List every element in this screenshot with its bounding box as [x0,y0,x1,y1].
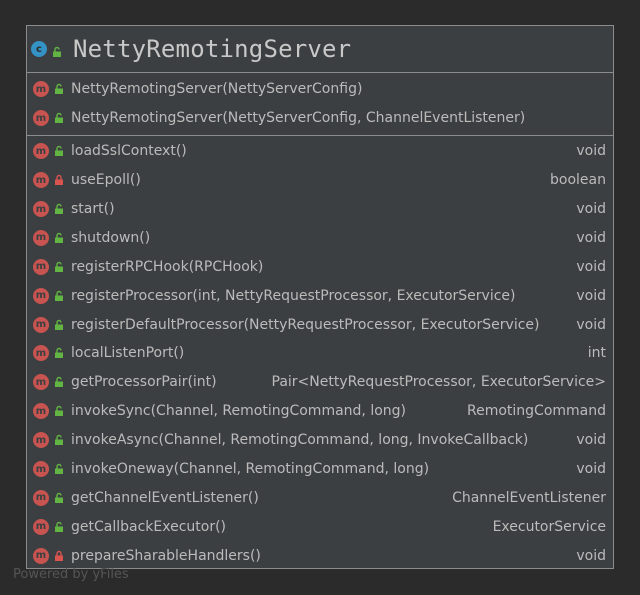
method-row[interactable]: m registerRPCHook(RPCHook) void [27,252,613,281]
class-name: NettyRemotingServer [73,35,352,63]
method-icon: m [33,143,49,160]
method-row[interactable]: m start() void [27,195,613,224]
method-return-type: ExecutorService [492,518,606,535]
method-signature: invokeSync(Channel, RemotingCommand, lon… [71,403,407,420]
constructor-row[interactable]: m NettyRemotingServer(NettyServerConfig) [27,75,613,104]
method-signature: loadSslContext() [71,143,187,160]
method-signature: getCallbackExecutor() [71,518,227,535]
method-return-type: void [576,287,606,304]
constructor-signature: NettyRemotingServer(NettyServerConfig) [71,81,363,98]
method-return-type: void [576,461,606,478]
method-signature: localListenPort() [71,345,185,362]
method-icon: m [33,489,49,506]
method-row[interactable]: m registerProcessor(int, NettyRequestProc… [27,281,613,310]
method-return-type: RemotingCommand [466,403,606,420]
class-header: c NettyRemotingServer [27,26,613,73]
method-row[interactable]: m invokeAsync(Channel, RemotingCommand, l… [27,426,613,455]
method-icon: m [33,287,49,304]
public-lock-icon [53,145,65,157]
constructor-signature: NettyRemotingServer(NettyServerConfig, C… [71,110,526,127]
public-lock-icon [51,43,63,57]
method-icon: m [33,518,49,535]
public-lock-icon [53,521,65,533]
method-signature: registerProcessor(int, NettyRequestProce… [71,287,516,304]
method-return-type: void [576,258,606,275]
public-lock-icon [53,232,65,244]
method-icon: m [33,461,49,478]
public-lock-icon [53,290,65,302]
method-icon: m [33,172,49,189]
public-lock-icon [53,347,65,359]
method-icon: m [33,432,49,449]
method-icon: m [33,258,49,275]
constructors-section: m NettyRemotingServer(NettyServerConfig) m… [27,73,613,136]
private-lock-icon [53,174,65,186]
method-return-type: void [576,229,606,246]
method-row[interactable]: m shutdown() void [27,223,613,252]
method-return-type: void [576,201,606,217]
method-icon: m [33,547,49,564]
public-lock-icon [53,112,65,124]
method-signature: invokeOneway(Channel, RemotingCommand, l… [71,461,430,478]
method-icon: m [33,345,49,362]
method-icon: m [33,374,49,391]
method-signature: invokeAsync(Channel, RemotingCommand, lo… [71,432,529,449]
powered-by-label: Powered by yFiles [13,567,129,582]
methods-section: m loadSslContext() void m useEpoll() boolean m… [27,136,613,570]
method-return-type: ChannelEventListener [452,489,606,506]
public-lock-icon [53,83,65,95]
method-signature: shutdown() [71,229,151,246]
public-lock-icon [53,319,65,331]
method-signature: getChannelEventListener() [71,489,259,506]
public-lock-icon [53,203,65,215]
method-icon: m [33,201,49,217]
method-signature: start() [71,201,115,217]
method-return-type: int [587,345,606,362]
method-signature: useEpoll() [71,172,141,189]
method-return-type: void [576,143,606,160]
method-row[interactable]: m invokeOneway(Channel, RemotingCommand, … [27,455,613,484]
method-row[interactable]: m prepareSharableHandlers() void [27,541,613,570]
method-signature: registerDefaultProcessor(NettyRequestPro… [71,316,540,333]
uml-class-node[interactable]: c NettyRemotingServer m NettyRemotingServ… [26,25,614,569]
public-lock-icon [53,434,65,446]
public-lock-icon [53,261,65,273]
method-icon: m [33,229,49,246]
method-icon: m [33,316,49,333]
method-signature: prepareSharableHandlers() [71,547,261,564]
method-return-type: void [576,316,606,333]
method-row[interactable]: m useEpoll() boolean [27,166,613,195]
method-signature: registerRPCHook(RPCHook) [71,258,264,275]
method-row[interactable]: m invokeSync(Channel, RemotingCommand, lo… [27,397,613,426]
method-row[interactable]: m localListenPort() int [27,339,613,368]
public-lock-icon [53,492,65,504]
method-icon: m [33,81,49,98]
method-return-type: void [576,547,606,564]
public-lock-icon [53,463,65,475]
method-row[interactable]: m getProcessorPair(int) Pair<NettyRequestP… [27,368,613,397]
method-signature: getProcessorPair(int) [71,374,217,391]
public-lock-icon [53,376,65,388]
class-icon: c [31,41,47,57]
method-return-type: Pair<NettyRequestProcessor, ExecutorServ… [271,374,606,391]
method-row[interactable]: m getCallbackExecutor() ExecutorService [27,512,613,541]
public-lock-icon [53,405,65,417]
method-icon: m [33,403,49,420]
method-icon: m [33,110,49,127]
method-return-type: boolean [550,172,606,189]
private-lock-icon [53,550,65,562]
method-row[interactable]: m loadSslContext() void [27,137,613,166]
method-return-type: void [576,432,606,449]
method-row[interactable]: m getChannelEventListener() ChannelEventLi… [27,483,613,512]
method-row[interactable]: m registerDefaultProcessor(NettyRequestPr… [27,310,613,339]
constructor-row[interactable]: m NettyRemotingServer(NettyServerConfig, … [27,104,613,133]
